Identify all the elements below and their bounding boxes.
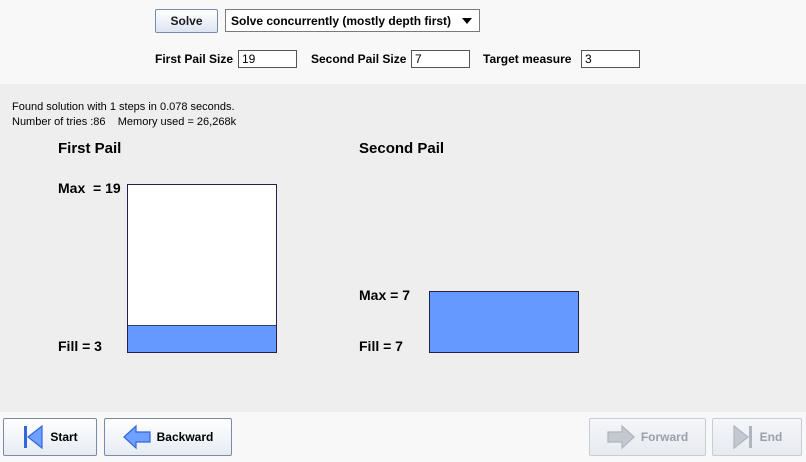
end-button[interactable]: End [712,418,802,456]
first-pail-title: First Pail [58,140,122,157]
second-pail-size-label: Second Pail Size [311,52,407,66]
second-pail-size-input[interactable]: 7 [411,50,470,68]
arrow-right-icon [607,424,635,450]
start-button[interactable]: Start [3,418,97,456]
skip-end-icon [733,424,752,450]
skip-start-icon [24,424,43,450]
first-pail-fill-label: Fill = 3 [58,338,102,354]
strategy-selected-value: Solve concurrently (mostly depth first) [231,13,452,28]
second-pail-max-label: Max = 7 [359,287,410,303]
first-pail-water [128,324,276,352]
strategy-dropdown[interactable]: Solve concurrently (mostly depth first) [225,9,480,32]
target-measure-input[interactable]: 3 [581,50,640,68]
navigation-panel: Start Backward Forward End [0,412,806,462]
triangle-down-icon[interactable] [462,18,472,24]
arrow-left-icon [122,424,151,450]
backward-button[interactable]: Backward [104,418,232,456]
start-button-label: Start [50,430,78,444]
forward-button[interactable]: Forward [589,418,706,456]
first-pail-size-input[interactable]: 19 [238,50,297,68]
second-pail-fill-label: Fill = 7 [359,338,403,354]
second-pail-water [430,292,578,352]
status-line-stats: Number of tries :86 Memory used = 26,268… [12,116,237,128]
first-pail-container [127,184,277,353]
forward-button-label: Forward [640,430,689,444]
status-line-solution: Found solution with 1 steps in 0.078 sec… [12,101,235,113]
second-pail-title: Second Pail [359,140,445,157]
first-pail-size-label: First Pail Size [155,52,234,66]
solve-button[interactable]: Solve [155,9,218,33]
control-panel: Solve Solve concurrently (mostly depth f… [0,0,806,84]
target-measure-label: Target measure [483,52,572,66]
end-button-label: End [759,430,783,444]
backward-button-label: Backward [156,430,214,444]
first-pail-max-label: Max = 19 [58,180,121,196]
second-pail-container [429,291,579,353]
